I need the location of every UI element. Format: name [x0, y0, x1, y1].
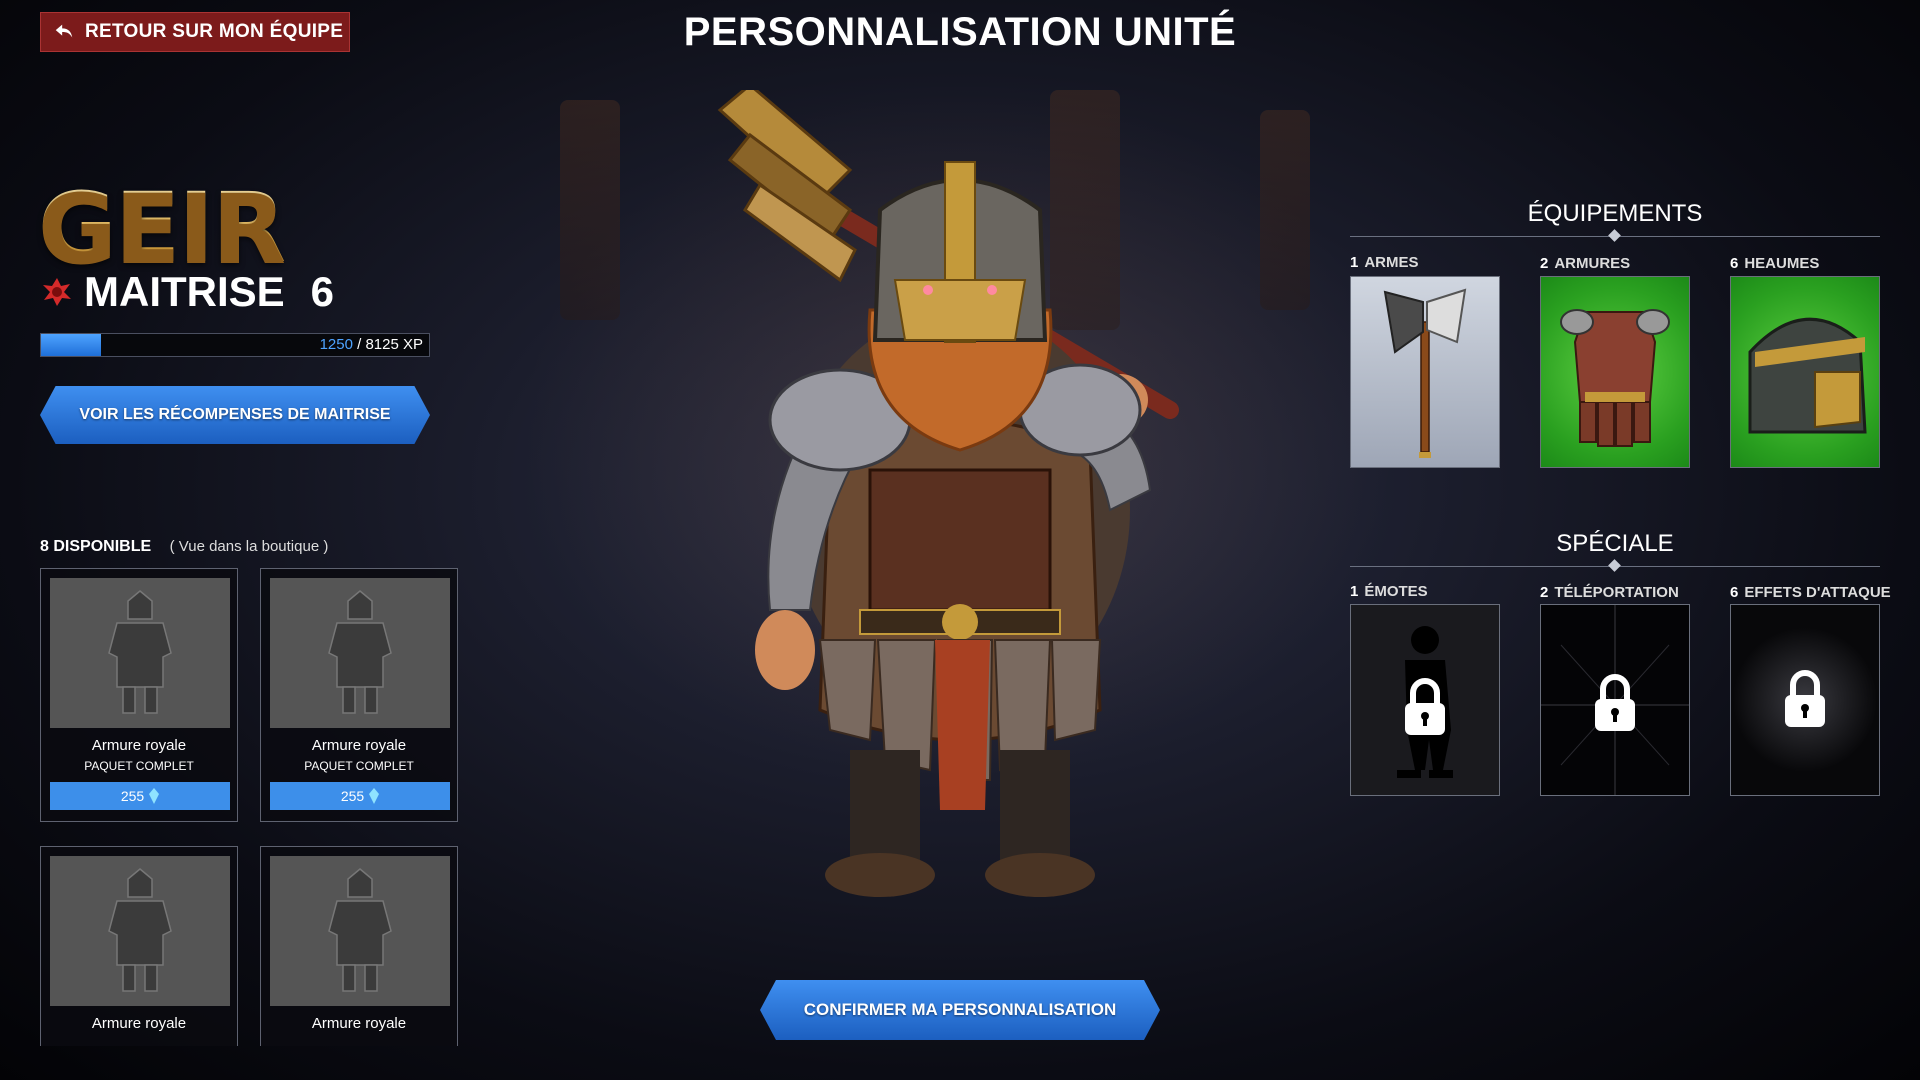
slot-label-weapons: 1 ARMES	[1350, 254, 1419, 271]
mastery-row: MAITRISE 6	[40, 268, 334, 316]
item-subtitle: PAQUET COMPLET	[84, 759, 194, 773]
item-name: Armure royale	[311, 1015, 407, 1032]
divider-diamond-icon	[1608, 229, 1621, 242]
xp-text: 1250 / 8125 XP	[320, 336, 423, 353]
item-subtitle: PAQUET COMPLET	[304, 759, 414, 773]
equipment-section-title: ÉQUIPEMENTS	[1527, 200, 1703, 227]
attack-effects-slot[interactable]	[1730, 604, 1880, 796]
available-count: 8	[40, 538, 49, 555]
slot-label-armors: 2 ARMURES	[1540, 255, 1631, 272]
page-title: PERSONNALISATION UNITÉ	[683, 10, 1237, 54]
slot-label-attack-effects: 6 EFFETS D'ATTAQUE	[1730, 584, 1891, 601]
emote-silhouette-lock-icon	[1397, 626, 1453, 778]
buy-price-button[interactable]: 255	[50, 782, 230, 810]
mastery-level: 6	[310, 268, 335, 315]
divider-diamond-icon	[1608, 559, 1621, 572]
available-header: 8 DISPONIBLE ( Vue dans la boutique )	[40, 538, 328, 556]
dwarf-armor-thumbnail	[270, 578, 450, 728]
view-mastery-rewards-button[interactable]: VOIR LES RÉCOMPENSES DE MAITRISE	[40, 386, 430, 444]
gem-icon	[149, 788, 160, 804]
xp-current: 1250	[319, 336, 353, 353]
confirm-customization-button[interactable]: CONFIRMER MA PERSONNALISATION	[760, 980, 1160, 1040]
teleportation-slot[interactable]	[1540, 604, 1690, 796]
emotes-slot[interactable]	[1350, 604, 1500, 796]
dwarf-character-model[interactable]	[700, 90, 1220, 900]
lock-icon	[1785, 670, 1825, 727]
background-pillar	[1260, 110, 1310, 310]
axe-icon	[1383, 288, 1467, 458]
available-label: DISPONIBLE	[53, 538, 152, 555]
price-value: 255	[340, 788, 365, 804]
helmets-slot[interactable]	[1730, 276, 1880, 468]
dwarf-silhouette-icon	[108, 590, 172, 714]
mastery-icon	[43, 278, 71, 306]
buy-price-button[interactable]: 255	[270, 782, 450, 810]
armor-icon	[1560, 309, 1670, 447]
mastery-label: MAITRISE	[84, 268, 285, 315]
shop-item-card[interactable]: Armure royale	[260, 846, 458, 1046]
dwarf-silhouette-icon	[328, 590, 392, 714]
dwarf-armor-thumbnail	[50, 856, 230, 1006]
slot-label-helmets: 6 HEAUMES	[1730, 255, 1820, 272]
shop-item-card[interactable]: Armure royale PAQUET COMPLET 255	[40, 568, 238, 822]
helmet-icon	[1748, 317, 1867, 434]
xp-progress-fill	[41, 334, 101, 356]
item-name: Armure royale	[91, 1015, 187, 1032]
special-section-title: SPÉCIALE	[1556, 530, 1674, 557]
slot-label-emotes: 1 ÉMOTES	[1350, 583, 1428, 600]
dwarf-silhouette-icon	[108, 868, 172, 992]
item-name: Armure royale	[311, 737, 407, 754]
gem-icon	[369, 788, 380, 804]
armors-slot[interactable]	[1540, 276, 1690, 468]
teleport-lock-icon	[1541, 605, 1689, 795]
background-pillar	[560, 100, 620, 320]
hammer-head	[717, 90, 857, 283]
price-value: 255	[120, 788, 145, 804]
dwarf-armor-thumbnail	[50, 578, 230, 728]
dwarf-armor-thumbnail	[270, 856, 450, 1006]
weapons-slot[interactable]	[1350, 276, 1500, 468]
shop-item-card[interactable]: Armure royale	[40, 846, 238, 1046]
shop-view-note: ( Vue dans la boutique )	[169, 538, 329, 555]
item-name: Armure royale	[91, 737, 187, 754]
shop-item-card[interactable]: Armure royale PAQUET COMPLET 255	[260, 568, 458, 822]
xp-total: / 8125 XP	[357, 336, 423, 353]
dwarf-silhouette-icon	[328, 868, 392, 992]
xp-progress-bar: 1250 / 8125 XP	[40, 333, 430, 357]
slot-label-teleportation: 2 TÉLÉPORTATION	[1540, 584, 1679, 601]
